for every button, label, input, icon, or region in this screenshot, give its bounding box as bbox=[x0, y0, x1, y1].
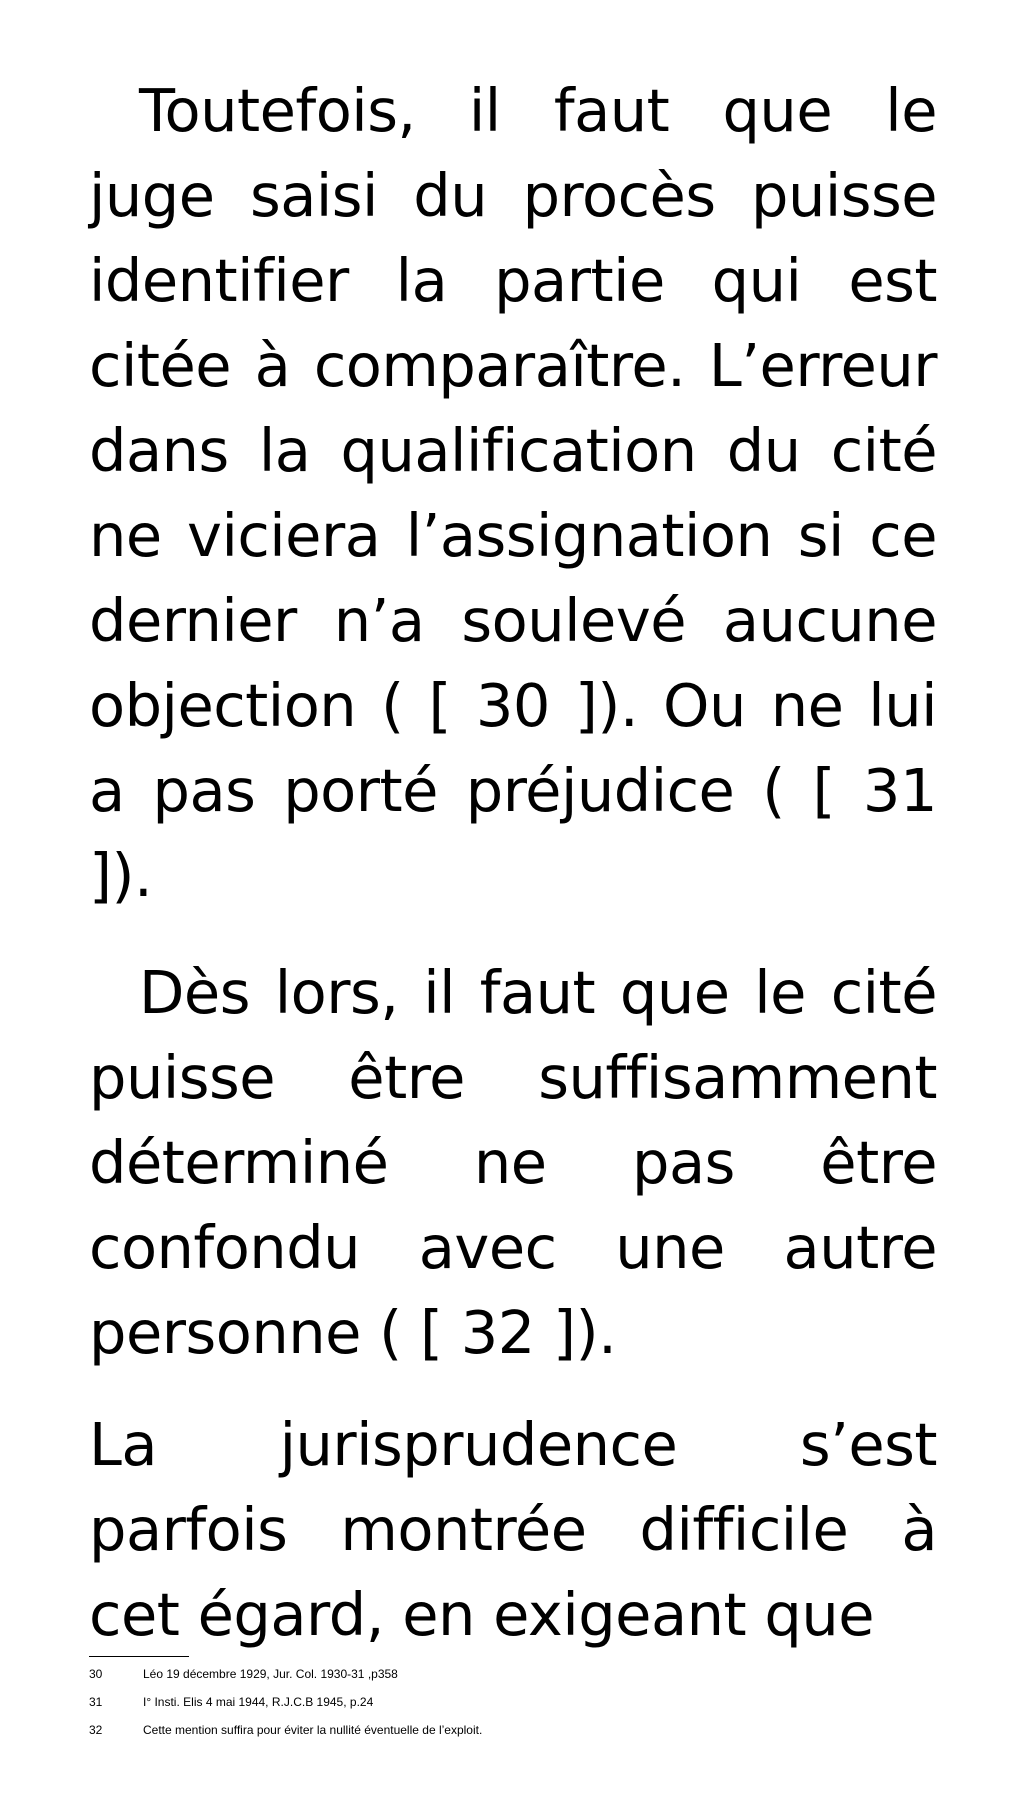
footnote-32: 32 Cette mention suffira pour éviter la … bbox=[89, 1716, 937, 1744]
footnote-30: 30 Léo 19 décembre 1929, Jur. Col. 1930-… bbox=[89, 1660, 937, 1688]
footnote-number: 31 bbox=[89, 1695, 103, 1709]
footnotes: 30 Léo 19 décembre 1929, Jur. Col. 1930-… bbox=[89, 1660, 937, 1744]
body-paragraph-3: La jurisprudence s’est parfois montrée d… bbox=[89, 1410, 938, 1649]
document-page: Toutefois, il faut que le juge saisi du … bbox=[0, 0, 1012, 1800]
footnote-separator bbox=[89, 1656, 189, 1657]
footnote-31: 31 I° Insti. Elis 4 mai 1944, R.J.C.B 19… bbox=[89, 1688, 937, 1716]
body-paragraph-2: Dès lors, il faut que le cité puisse êtr… bbox=[89, 958, 938, 1367]
footnote-number: 32 bbox=[89, 1723, 103, 1737]
footnote-text: Léo 19 décembre 1929, Jur. Col. 1930-31 … bbox=[143, 1667, 398, 1681]
footnote-number: 30 bbox=[89, 1667, 103, 1681]
footnote-text: I° Insti. Elis 4 mai 1944, R.J.C.B 1945,… bbox=[143, 1695, 374, 1709]
footnote-text: Cette mention suffira pour éviter la nul… bbox=[143, 1723, 483, 1737]
body-paragraph-1: Toutefois, il faut que le juge saisi du … bbox=[89, 76, 938, 910]
